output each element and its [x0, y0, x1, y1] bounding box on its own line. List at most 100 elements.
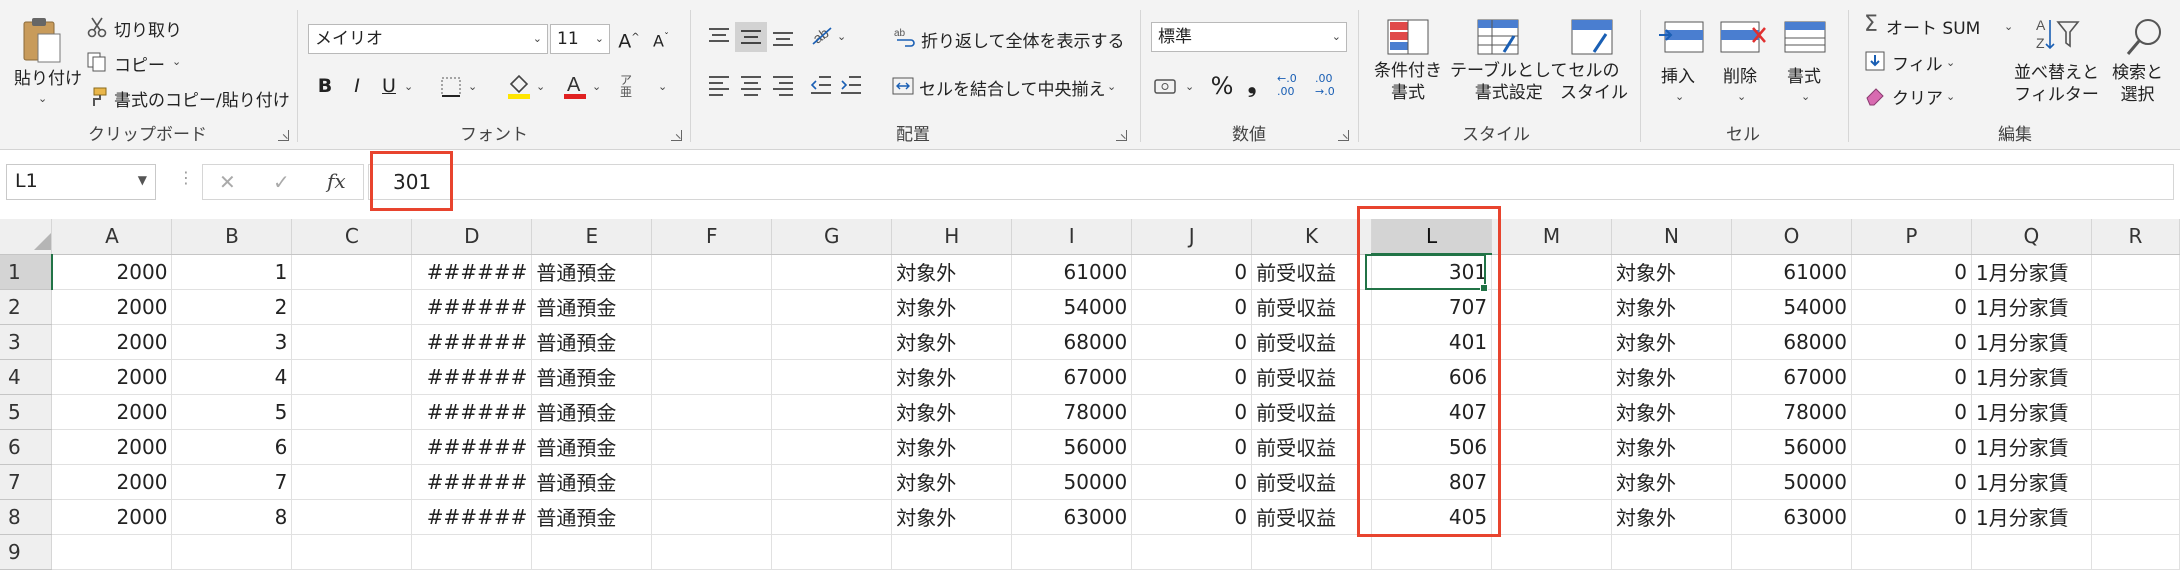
underline-button[interactable]: U [374, 70, 404, 102]
cell-i2[interactable]: 54000 [1011, 289, 1133, 325]
format-as-table-button[interactable]: テーブルとして 書式設定 [1450, 16, 1567, 116]
cell-b8[interactable]: 8 [171, 499, 293, 535]
wrap-text-button[interactable]: ab 折り返して全体を表示する [893, 24, 1133, 54]
cell-m3[interactable] [1491, 324, 1613, 360]
cell-q4[interactable]: 1月分家賃 [1971, 359, 2092, 395]
cell-n1[interactable]: 対象外 [1611, 254, 1732, 290]
row-header[interactable]: 5 [0, 394, 53, 430]
cell-a8[interactable]: 2000 [51, 499, 173, 535]
cell-b1[interactable]: 1 [171, 254, 293, 290]
cell-p3[interactable]: 0 [1851, 324, 1972, 360]
cell-h7[interactable]: 対象外 [891, 464, 1013, 500]
cell-l9[interactable] [1371, 534, 1493, 570]
cut-button[interactable]: 切り取り [86, 14, 196, 41]
cell-h6[interactable]: 対象外 [891, 429, 1013, 465]
cell-i1[interactable]: 61000 [1011, 254, 1133, 290]
cell-j6[interactable]: 0 [1131, 429, 1253, 465]
cell-m2[interactable] [1491, 289, 1613, 325]
cell-styles-button[interactable]: セルの スタイル [1556, 16, 1632, 116]
cell-g3[interactable] [771, 324, 893, 360]
alignment-launcher-icon[interactable] [1116, 130, 1127, 141]
cell-c6[interactable] [291, 429, 413, 465]
cell-p6[interactable]: 0 [1851, 429, 1972, 465]
decrease-font-size-button[interactable]: Aˇ [646, 22, 676, 54]
cell-c4[interactable] [291, 359, 413, 395]
cell-k2[interactable]: 前受収益 [1251, 289, 1373, 325]
column-header-r[interactable]: R [2091, 219, 2180, 255]
cell-j8[interactable]: 0 [1131, 499, 1253, 535]
row-header[interactable]: 3 [0, 324, 53, 360]
cell-a9[interactable] [51, 534, 173, 570]
fill-color-icon[interactable] [506, 72, 532, 100]
cell-d9[interactable] [411, 534, 533, 570]
cell-r6[interactable] [2091, 429, 2180, 465]
cell-b7[interactable]: 7 [171, 464, 293, 500]
cell-b5[interactable]: 5 [171, 394, 293, 430]
cell-r8[interactable] [2091, 499, 2180, 535]
cell-a5[interactable]: 2000 [51, 394, 173, 430]
paste-button[interactable]: 貼り付け ⌄ [8, 14, 82, 110]
cell-r9[interactable] [2091, 534, 2180, 570]
cell-p5[interactable]: 0 [1851, 394, 1972, 430]
cell-m5[interactable] [1491, 394, 1613, 430]
align-center-icon[interactable] [739, 74, 763, 96]
cell-p7[interactable]: 0 [1851, 464, 1972, 500]
cell-q9[interactable] [1971, 534, 2092, 570]
column-header-e[interactable]: E [531, 219, 653, 255]
increase-font-size-button[interactable]: A^ [614, 22, 644, 54]
column-header-g[interactable]: G [771, 219, 893, 255]
increase-indent-icon[interactable] [839, 74, 863, 96]
align-top-icon[interactable] [707, 26, 731, 48]
cell-r2[interactable] [2091, 289, 2180, 325]
cell-r3[interactable] [2091, 324, 2180, 360]
cell-a6[interactable]: 2000 [51, 429, 173, 465]
number-launcher-icon[interactable] [1338, 130, 1349, 141]
cell-d2[interactable]: ###### [411, 289, 533, 325]
formula-input[interactable]: 301 [368, 164, 2174, 200]
name-box[interactable]: L1 ▼ [6, 164, 156, 200]
cell-q7[interactable]: 1月分家賃 [1971, 464, 2092, 500]
cell-e9[interactable] [531, 534, 653, 570]
insert-function-icon[interactable]: fx [327, 169, 346, 193]
cell-d5[interactable]: ###### [411, 394, 533, 430]
cell-h3[interactable]: 対象外 [891, 324, 1013, 360]
cell-e3[interactable]: 普通預金 [531, 324, 653, 360]
cell-k8[interactable]: 前受収益 [1251, 499, 1373, 535]
cell-q8[interactable]: 1月分家賃 [1971, 499, 2092, 535]
column-header-q[interactable]: Q [1971, 219, 2092, 255]
cell-f4[interactable] [651, 359, 773, 395]
cell-q6[interactable]: 1月分家賃 [1971, 429, 2092, 465]
cell-p4[interactable]: 0 [1851, 359, 1972, 395]
cell-g1[interactable] [771, 254, 893, 290]
cell-a1[interactable]: 2000 [51, 254, 173, 290]
cell-j3[interactable]: 0 [1131, 324, 1253, 360]
cell-i9[interactable] [1011, 534, 1133, 570]
spreadsheet-grid[interactable]: ABCDEFGHIJKLMNOPQR 1 2000 1 ###### 普通預金 対象外 61… [0, 219, 2180, 570]
cell-h1[interactable]: 対象外 [891, 254, 1013, 290]
sort-filter-button[interactable]: AZ 並べ替えと フィルター [2014, 14, 2100, 114]
comma-style-button[interactable]: ❟ [1237, 70, 1267, 102]
cell-o9[interactable] [1731, 534, 1852, 570]
cell-m9[interactable] [1491, 534, 1613, 570]
column-header-i[interactable]: I [1011, 219, 1133, 255]
column-header-m[interactable]: M [1491, 219, 1613, 255]
cell-d1[interactable]: ###### [411, 254, 533, 290]
decrease-indent-icon[interactable] [809, 74, 833, 96]
cell-p1[interactable]: 0 [1851, 254, 1972, 290]
cell-n3[interactable]: 対象外 [1611, 324, 1732, 360]
cell-h9[interactable] [891, 534, 1013, 570]
cell-m6[interactable] [1491, 429, 1613, 465]
cell-p8[interactable]: 0 [1851, 499, 1972, 535]
cell-b3[interactable]: 3 [171, 324, 293, 360]
cell-d7[interactable]: ###### [411, 464, 533, 500]
cell-m8[interactable] [1491, 499, 1613, 535]
cell-e6[interactable]: 普通預金 [531, 429, 653, 465]
column-header-k[interactable]: K [1251, 219, 1373, 255]
text-orientation-icon[interactable]: ab [809, 22, 835, 48]
cell-k5[interactable]: 前受収益 [1251, 394, 1373, 430]
font-launcher-icon[interactable] [671, 130, 682, 141]
cell-r4[interactable] [2091, 359, 2180, 395]
clear-button[interactable]: クリア ⌄ [1864, 82, 1974, 110]
copy-button[interactable]: コピー ⌄ [86, 49, 196, 76]
cell-g2[interactable] [771, 289, 893, 325]
